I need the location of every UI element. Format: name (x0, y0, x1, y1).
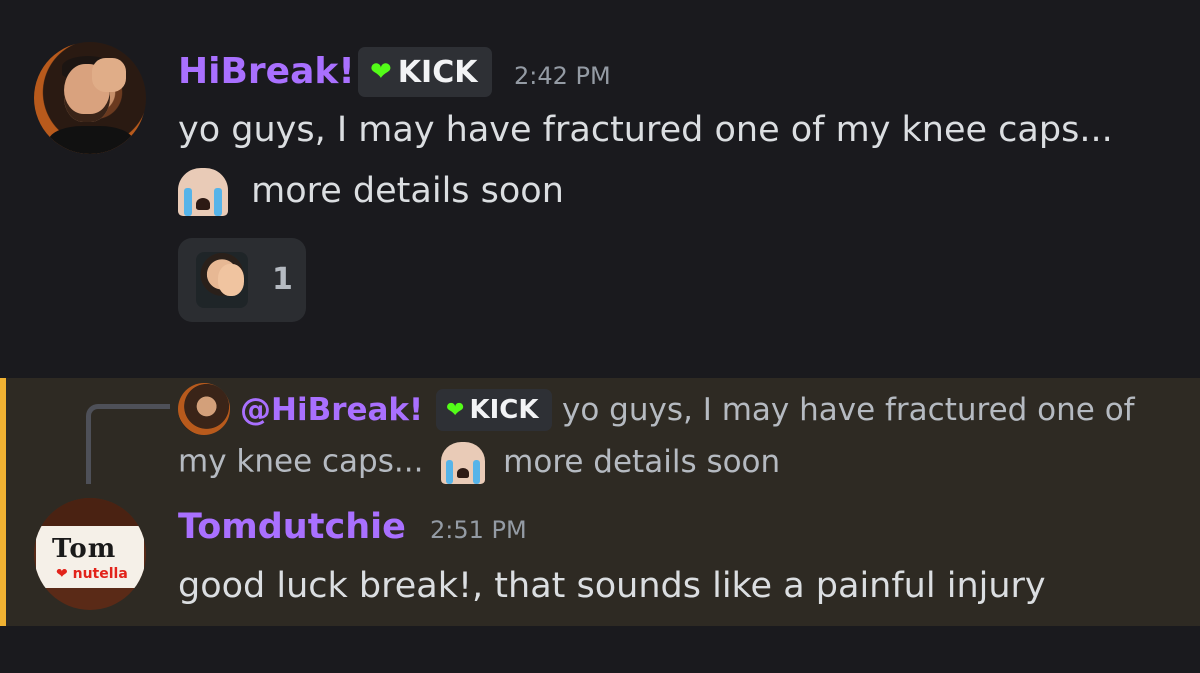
message-text-line2: more details soon (178, 168, 564, 216)
reply-text-line2[interactable]: my knee caps... more details soon (178, 442, 780, 484)
kick-badge[interactable]: ❤ KICK (358, 47, 492, 97)
heart-icon: ❤ (446, 397, 465, 423)
crying-emoji-icon (178, 168, 228, 216)
author-name[interactable]: HiBreak! (178, 54, 355, 90)
badge-label: KICK (469, 395, 539, 425)
heart-icon: ❤ (370, 57, 392, 87)
message-text-line1: yo guys, I may have fractured one of my … (178, 110, 1113, 150)
avatar-label-bottom: ❤ nutella (56, 566, 128, 582)
message-text-continuation: more details soon (251, 171, 564, 211)
avatar-hibreak[interactable] (34, 42, 146, 154)
crying-emoji-icon (441, 442, 486, 484)
badge-label: KICK (397, 54, 478, 90)
message-text: good luck break!, that sounds like a pai… (178, 566, 1046, 606)
author-name[interactable]: Tomdutchie (178, 510, 406, 545)
reaction-count: 1 (272, 262, 293, 297)
timestamp: 2:51 PM (430, 516, 527, 544)
reply-text-part: my knee caps... (178, 443, 424, 480)
reply-text-part: more details soon (503, 443, 781, 480)
reply-mention[interactable]: @HiBreak! (240, 392, 423, 428)
reply-kick-badge[interactable]: ❤ KICK (436, 389, 552, 431)
timestamp: 2:42 PM (514, 62, 611, 90)
reply-avatar[interactable] (178, 383, 230, 435)
reply-text-line1[interactable]: yo guys, I may have fractured one of (562, 392, 1135, 428)
reaction-facepalm[interactable]: 1 (178, 238, 306, 322)
avatar-tomdutchie[interactable]: Tom ❤ nutella (34, 498, 146, 610)
reply-spine (86, 404, 170, 484)
avatar-label-top: Tom (52, 534, 117, 564)
